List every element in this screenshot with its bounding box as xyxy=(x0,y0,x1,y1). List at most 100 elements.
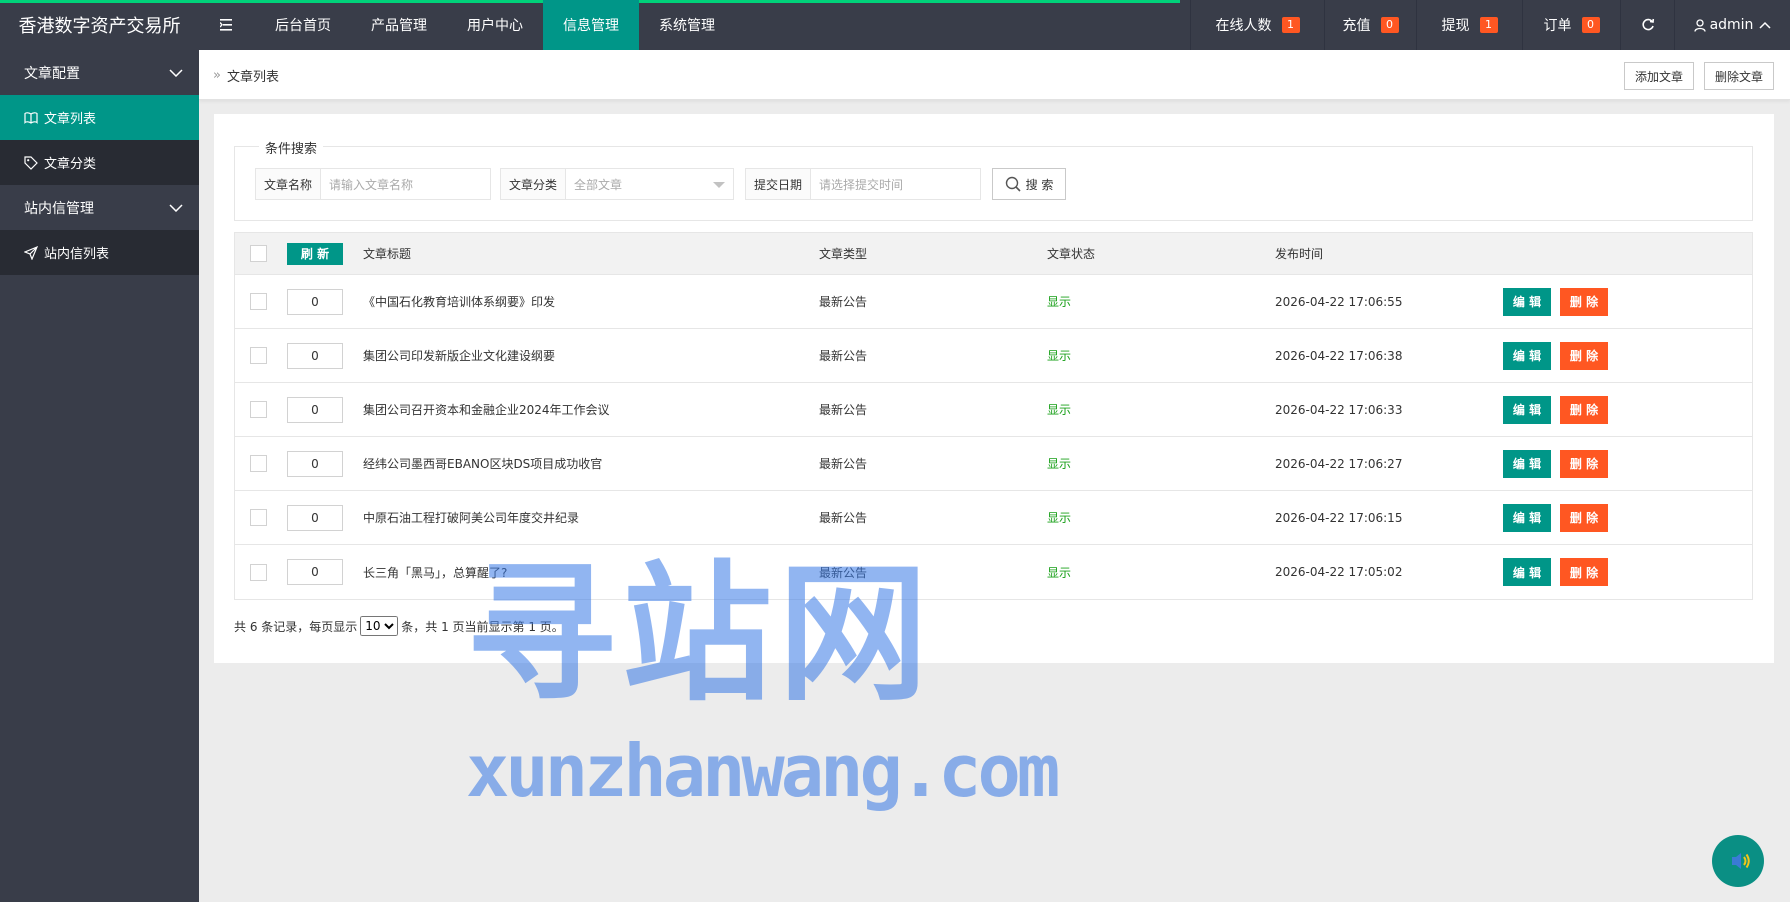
chevron-up-icon xyxy=(1759,21,1771,29)
col-header-type: 文章类型 xyxy=(819,247,868,261)
submit-date-label: 提交日期 xyxy=(746,169,811,199)
edit-button[interactable]: 编 辑 xyxy=(1503,395,1551,424)
sort-input[interactable] xyxy=(287,288,343,315)
sidebar-item-message-list[interactable]: 站内信列表 xyxy=(0,230,199,275)
row-type: 最新公告 xyxy=(819,457,868,471)
col-header-status: 文章状态 xyxy=(1047,247,1096,261)
search-button[interactable]: 搜 索 xyxy=(992,168,1066,200)
withdraw-label: 提现 xyxy=(1441,18,1470,34)
double-chevron-icon: » xyxy=(213,67,221,83)
submit-date-input[interactable]: 请选择提交时间 xyxy=(811,169,980,199)
article-category-label: 文章分类 xyxy=(501,169,566,199)
user-icon xyxy=(1693,18,1706,32)
row-checkbox[interactable] xyxy=(250,455,267,472)
book-icon xyxy=(24,111,38,124)
article-name-label: 文章名称 xyxy=(256,169,321,199)
article-category-select[interactable]: 全部文章 xyxy=(566,169,733,199)
nav-system[interactable]: 系统管理 xyxy=(639,0,735,50)
sidebar-item-label: 站内信列表 xyxy=(44,247,110,262)
online-users-label: 在线人数 xyxy=(1215,18,1272,34)
recharge-link[interactable]: 充值 0 xyxy=(1324,0,1416,50)
breadcrumb-current: 文章列表 xyxy=(226,69,279,85)
row-time: 2026-04-22 17:06:15 xyxy=(1275,510,1403,525)
sidebar-item-article-list[interactable]: 文章列表 xyxy=(0,95,199,140)
delete-article-button[interactable]: 删除文章 xyxy=(1704,62,1775,90)
content-card: 条件搜索 文章名称 请输入文章名称 文章分类 全部文章 提交日期 请选择提交时间… xyxy=(214,114,1774,663)
sidebar-item-label: 文章列表 xyxy=(44,112,97,127)
sidebar: 文章配置 文章列表 文章分类 站内信管理 站内信列表 xyxy=(0,50,199,902)
row-checkbox[interactable] xyxy=(250,347,267,364)
sidebar-group-article-config[interactable]: 文章配置 xyxy=(0,50,199,95)
delete-button[interactable]: 删 除 xyxy=(1560,503,1608,532)
row-time: 2026-04-22 17:05:02 xyxy=(1275,565,1403,579)
chevron-down-icon xyxy=(169,203,183,212)
sidebar-item-label: 文章分类 xyxy=(44,157,97,172)
orders-link[interactable]: 订单 0 xyxy=(1522,0,1620,50)
sort-input[interactable] xyxy=(287,559,343,585)
row-checkbox[interactable] xyxy=(250,293,267,310)
edit-button[interactable]: 编 辑 xyxy=(1503,287,1551,316)
table-row: 《中国石化教育培训体系纲要》印发 最新公告 显示 2026-04-22 17:0… xyxy=(235,275,1752,329)
user-menu[interactable]: admin xyxy=(1674,0,1790,50)
delete-button[interactable]: 删 除 xyxy=(1560,287,1608,316)
edit-button[interactable]: 编 辑 xyxy=(1503,503,1551,532)
edit-button[interactable]: 编 辑 xyxy=(1503,558,1551,586)
user-name: admin xyxy=(1709,17,1754,33)
sort-input[interactable] xyxy=(287,342,343,369)
edit-button[interactable]: 编 辑 xyxy=(1503,449,1551,478)
sort-input[interactable] xyxy=(287,396,343,423)
sidebar-group-label: 站内信管理 xyxy=(24,200,94,217)
sort-input[interactable] xyxy=(287,504,343,531)
row-checkbox[interactable] xyxy=(250,563,267,581)
edit-button[interactable]: 编 辑 xyxy=(1503,341,1551,370)
sidebar-item-article-category[interactable]: 文章分类 xyxy=(0,140,199,185)
row-time: 2026-04-22 17:06:27 xyxy=(1275,456,1403,471)
article-category-field: 文章分类 全部文章 xyxy=(500,168,734,200)
row-type: 最新公告 xyxy=(819,403,868,417)
pager-prefix: 共 6 条记录，每页显示 xyxy=(234,619,358,634)
orders-label: 订单 xyxy=(1543,18,1572,34)
row-status: 显示 xyxy=(1047,403,1072,417)
caret-down-icon xyxy=(713,182,725,188)
refresh-button[interactable]: 刷 新 xyxy=(287,242,343,265)
sort-input[interactable] xyxy=(287,450,343,477)
row-title: 经纬公司墨西哥EBANO区块DS项目成功收官 xyxy=(363,457,603,471)
table-row: 中原石油工程打破阿美公司年度交井纪录 最新公告 显示 2026-04-22 17… xyxy=(235,491,1752,545)
recharge-label: 充值 xyxy=(1342,18,1371,34)
row-checkbox[interactable] xyxy=(250,509,267,526)
nav-users[interactable]: 用户中心 xyxy=(447,0,543,50)
table-header: 刷 新 文章标题 文章类型 文章状态 发布时间 xyxy=(235,233,1752,275)
breadcrumb: » 文章列表 xyxy=(213,50,279,100)
delete-button[interactable]: 删 除 xyxy=(1560,449,1608,478)
row-checkbox[interactable] xyxy=(250,401,267,418)
online-users[interactable]: 在线人数 1 xyxy=(1190,0,1324,50)
nav-info[interactable]: 信息管理 xyxy=(543,0,639,50)
select-all-checkbox[interactable] xyxy=(250,245,267,262)
search-button-label: 搜 索 xyxy=(1025,177,1054,192)
add-article-button[interactable]: 添加文章 xyxy=(1624,62,1695,90)
floating-audio-button[interactable] xyxy=(1712,835,1764,887)
table-row: 集团公司印发新版企业文化建设纲要 最新公告 显示 2026-04-22 17:0… xyxy=(235,329,1752,383)
chevron-down-icon xyxy=(169,68,183,77)
sidebar-group-message-management[interactable]: 站内信管理 xyxy=(0,185,199,230)
page-size-select[interactable]: 10 xyxy=(360,616,399,636)
delete-button[interactable]: 删 除 xyxy=(1560,341,1608,370)
page-header: » 文章列表 添加文章 删除文章 xyxy=(199,50,1790,100)
delete-button[interactable]: 删 除 xyxy=(1560,558,1608,586)
row-actions: 编 辑 删 除 xyxy=(1503,329,1608,382)
refresh-page-button[interactable] xyxy=(1620,0,1674,50)
menu-toggle-button[interactable] xyxy=(199,0,255,50)
nav-home[interactable]: 后台首页 xyxy=(255,0,351,50)
withdraw-link[interactable]: 提现 1 xyxy=(1416,0,1522,50)
nav-products[interactable]: 产品管理 xyxy=(351,0,447,50)
top-right-nav: 在线人数 1 充值 0 提现 1 订单 0 admin xyxy=(1190,0,1790,50)
delete-button[interactable]: 删 除 xyxy=(1560,395,1608,424)
row-status: 显示 xyxy=(1047,457,1072,471)
row-time: 2026-04-22 17:06:33 xyxy=(1275,402,1403,417)
row-status: 显示 xyxy=(1047,565,1072,580)
article-name-input[interactable]: 请输入文章名称 xyxy=(321,169,490,199)
tag-icon xyxy=(24,155,38,170)
select-all-cell xyxy=(250,233,267,274)
row-status: 显示 xyxy=(1047,511,1072,525)
col-header-title: 文章标题 xyxy=(363,247,412,261)
